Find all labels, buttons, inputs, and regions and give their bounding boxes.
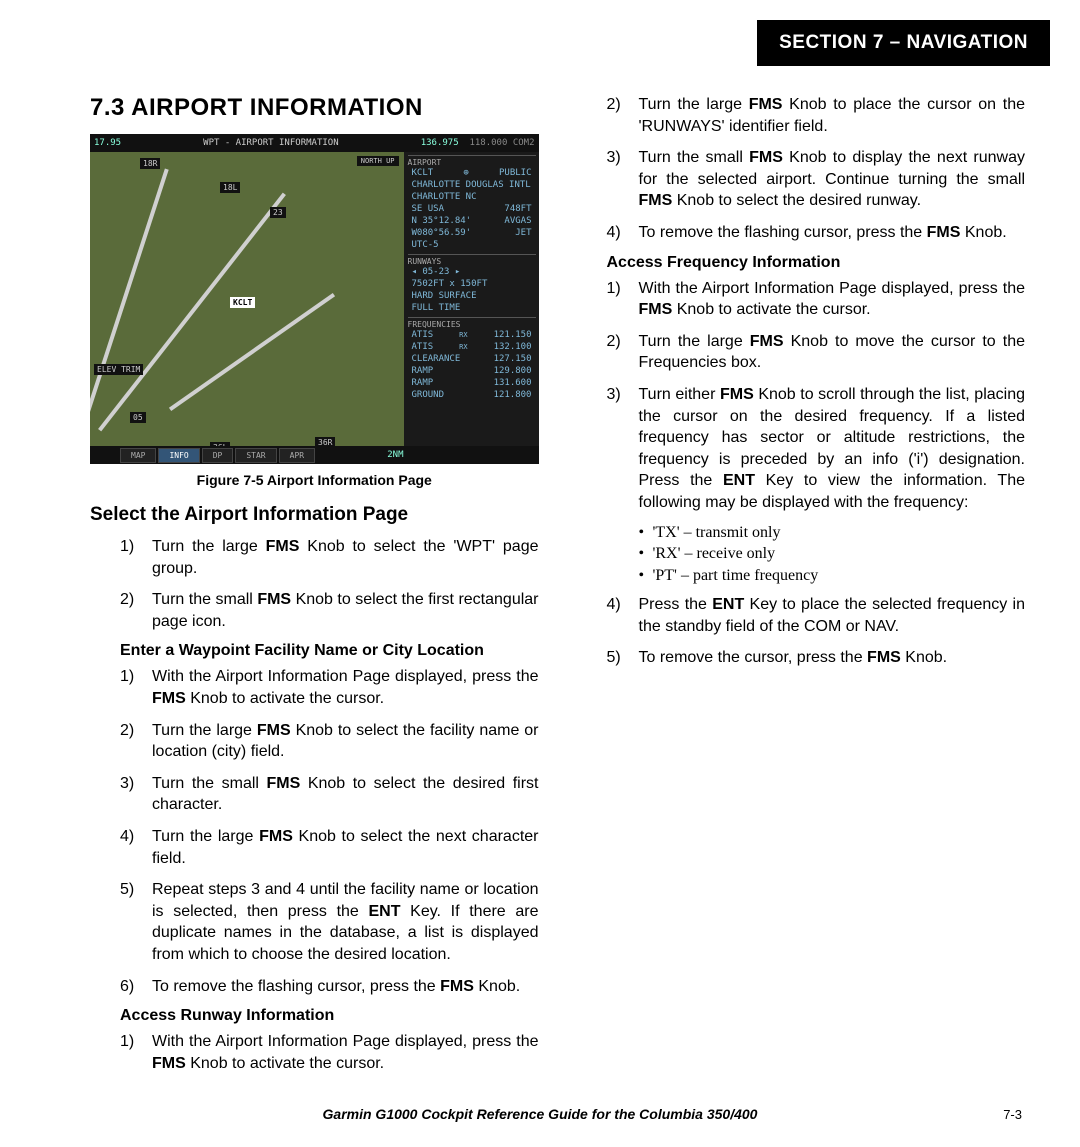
heading-freq-info: Access Frequency Information xyxy=(607,254,1026,272)
step-item: 1)With the Airport Information Page disp… xyxy=(607,278,1026,321)
step-item: 3)Turn the small FMS Knob to display the… xyxy=(607,147,1026,212)
steps-enter-waypoint: 1)With the Airport Information Page disp… xyxy=(90,666,539,997)
footer-title: Garmin G1000 Cockpit Reference Guide for… xyxy=(323,1106,758,1122)
page-title-bar: WPT - AIRPORT INFORMATION xyxy=(203,138,338,148)
tab-map: MAP xyxy=(120,448,156,463)
north-up-indicator: NORTH UP xyxy=(357,156,399,166)
info-side-panel: AIRPORT KCLT⊕PUBLIC CHARLOTTE DOUGLAS IN… xyxy=(408,152,536,401)
freq-left: 17.95 xyxy=(94,138,121,148)
freq-r1: 136.975 xyxy=(421,138,459,148)
page-footer: Garmin G1000 Cockpit Reference Guide for… xyxy=(0,1106,1080,1122)
tab-star: STAR xyxy=(235,448,276,463)
steps-freq-info: 1)With the Airport Information Page disp… xyxy=(577,278,1026,514)
bullet-item: 'RX' – receive only xyxy=(639,543,1026,565)
freq-r2: 118.000 COM2 xyxy=(469,138,534,148)
map-scale: 2NM xyxy=(387,450,403,460)
step-item: 4)To remove the flashing cursor, press t… xyxy=(607,222,1026,244)
steps-select-page: 1)Turn the large FMS Knob to select the … xyxy=(90,536,539,632)
step-item: 5)To remove the cursor, press the FMS Kn… xyxy=(607,647,1026,669)
step-item: 3)Turn the small FMS Knob to select the … xyxy=(120,773,539,816)
tab-dp: DP xyxy=(202,448,234,463)
step-item: 1)Turn the large FMS Knob to select the … xyxy=(120,536,539,579)
steps-freq-info-cont: 4)Press the ENT Key to place the selecte… xyxy=(577,594,1026,669)
step-item: 2)Turn the large FMS Knob to move the cu… xyxy=(607,331,1026,374)
bullet-item: 'TX' – transmit only xyxy=(639,522,1026,544)
figure-7-5: 17.95 WPT - AIRPORT INFORMATION 136.975 … xyxy=(90,134,539,488)
page-number: 7-3 xyxy=(1003,1107,1022,1122)
bullet-item: 'PT' – part time frequency xyxy=(639,565,1026,587)
step-item: 6)To remove the flashing cursor, press t… xyxy=(120,976,539,998)
tab-apr: APR xyxy=(279,448,315,463)
step-item: 2)Turn the large FMS Knob to select the … xyxy=(120,720,539,763)
map-area: 18R 18L 23 05 36L 36R KCLT ELEV TRIM xyxy=(90,152,404,446)
section-header-tab: SECTION 7 – NAVIGATION xyxy=(757,20,1050,66)
heading-enter-waypoint: Enter a Waypoint Facility Name or City L… xyxy=(120,642,539,660)
step-item: 4)Turn the large FMS Knob to select the … xyxy=(120,826,539,869)
heading-runway-info: Access Runway Information xyxy=(120,1007,539,1025)
step-item: 1)With the Airport Information Page disp… xyxy=(120,666,539,709)
step-item: 1)With the Airport Information Page disp… xyxy=(120,1031,539,1074)
sub-heading-select-page: Select the Airport Information Page xyxy=(90,504,539,526)
tab-info: INFO xyxy=(158,448,199,463)
freq-designation-list: 'TX' – transmit only'RX' – receive only'… xyxy=(577,522,1026,587)
step-item: 3)Turn either FMS Knob to scroll through… xyxy=(607,384,1026,514)
heading-7-3: 7.3 AIRPORT INFORMATION xyxy=(90,94,539,122)
bottom-tab-bar: MAPINFODPSTARAPR xyxy=(120,448,315,463)
figure-caption: Figure 7-5 Airport Information Page xyxy=(90,472,539,488)
step-item: 2)Turn the large FMS Knob to place the c… xyxy=(607,94,1026,137)
step-item: 2)Turn the small FMS Knob to select the … xyxy=(120,589,539,632)
airport-info-screenshot: 17.95 WPT - AIRPORT INFORMATION 136.975 … xyxy=(90,134,539,464)
airport-marker: KCLT xyxy=(230,297,255,308)
step-item: 4)Press the ENT Key to place the selecte… xyxy=(607,594,1026,637)
page-content: 7.3 AIRPORT INFORMATION 17.95 WPT - AIRP… xyxy=(90,94,1025,1077)
step-item: 5)Repeat steps 3 and 4 until the facilit… xyxy=(120,879,539,965)
